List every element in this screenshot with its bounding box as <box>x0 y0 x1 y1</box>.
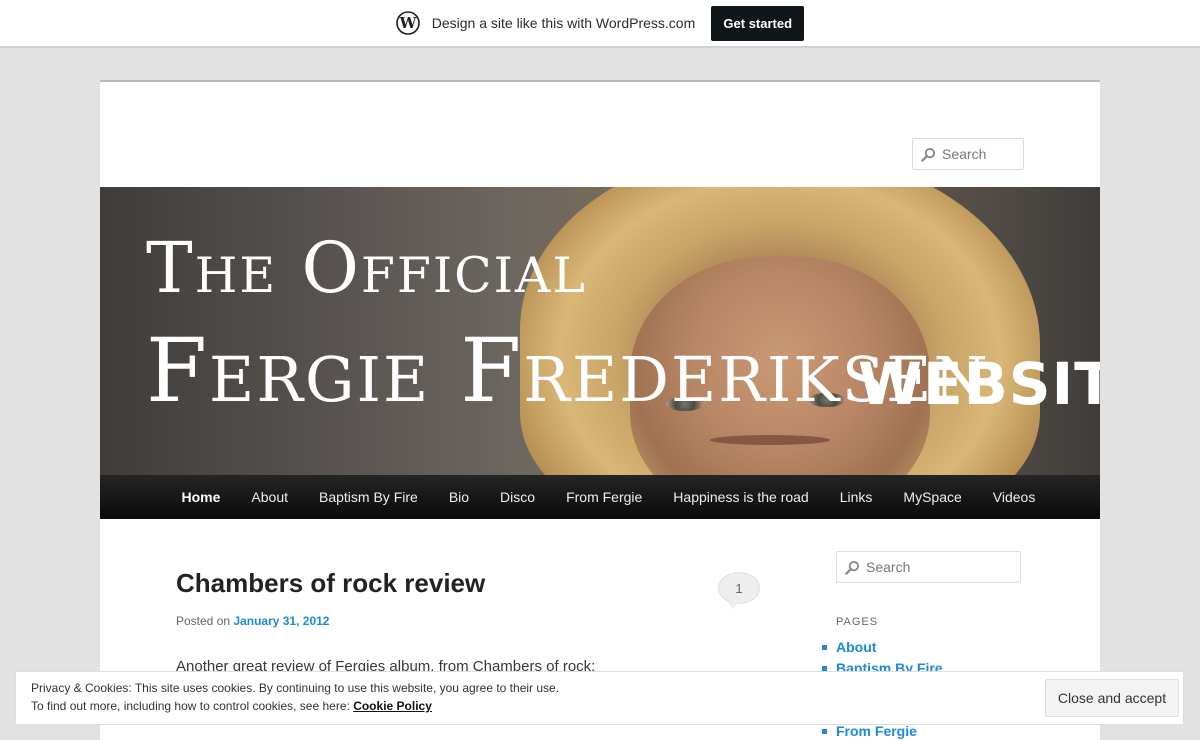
nav-item-happiness[interactable]: Happiness is the road <box>658 475 824 519</box>
post-date-link[interactable]: January 31, 2012 <box>233 614 329 628</box>
cookie-banner: Privacy & Cookies: This site uses cookie… <box>15 671 1184 725</box>
comment-count-bubble[interactable]: 1 <box>718 572 760 609</box>
sidebar-page-about[interactable]: About <box>822 637 943 658</box>
get-started-button[interactable]: Get started <box>711 5 805 41</box>
search-placeholder: Search <box>866 559 911 575</box>
banner-title-line-3: WEBSITE <box>858 350 1100 418</box>
posted-prefix: Posted on <box>176 614 231 628</box>
cookie-text-prefix: To find out more, including how to contr… <box>31 699 350 713</box>
nav-item-bio[interactable]: Bio <box>433 475 484 519</box>
nav-item-from-fergie[interactable]: From Fergie <box>551 475 658 519</box>
wordpress-promo-bar: W Design a site like this with WordPress… <box>0 0 1200 48</box>
nav-item-myspace[interactable]: MySpace <box>888 475 977 519</box>
wordpress-logo-icon[interactable]: W <box>395 11 420 35</box>
nav-item-baptism-by-fire[interactable]: Baptism By Fire <box>304 475 434 519</box>
svg-text:W: W <box>398 14 417 32</box>
cookie-text-line-2: To find out more, including how to contr… <box>31 699 432 713</box>
search-placeholder: Search <box>942 146 987 162</box>
nav-item-about[interactable]: About <box>236 475 304 519</box>
sidebar-search-input[interactable]: Search <box>836 551 1021 583</box>
pages-widget-title: PAGES <box>836 616 879 628</box>
banner-title-line-1: The Official <box>146 227 587 309</box>
post-title-link[interactable]: Chambers of rock review <box>176 568 485 599</box>
promo-text: Design a site like this with WordPress.c… <box>431 15 696 31</box>
header-search-input[interactable]: Search <box>912 138 1024 170</box>
nav-item-videos[interactable]: Videos <box>977 475 1051 519</box>
main-navigation: Home About Baptism By Fire Bio Disco Fro… <box>100 475 1100 519</box>
post-meta: Posted on January 31, 2012 <box>176 614 329 628</box>
nav-item-home[interactable]: Home <box>166 475 236 519</box>
nav-item-disco[interactable]: Disco <box>485 475 551 519</box>
cookie-text-line-1: Privacy & Cookies: This site uses cookie… <box>31 681 560 695</box>
cookie-policy-link[interactable]: Cookie Policy <box>353 699 432 713</box>
nav-item-links[interactable]: Links <box>824 475 888 519</box>
close-and-accept-button[interactable]: Close and accept <box>1045 679 1179 717</box>
page-container: Search The Official Fergie Frederiksen W… <box>100 80 1100 740</box>
search-icon <box>845 560 860 575</box>
search-icon <box>921 147 936 162</box>
header-banner-image[interactable]: The Official Fergie Frederiksen WEBSITE <box>100 187 1100 475</box>
banner-mouth <box>710 435 830 445</box>
